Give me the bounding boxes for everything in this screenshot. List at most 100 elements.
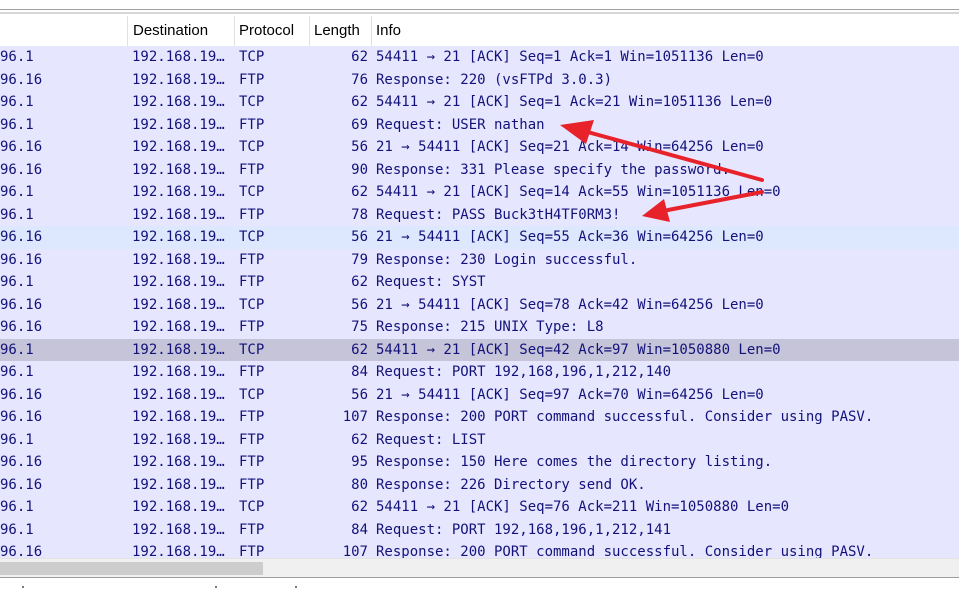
packet-source: 96.16 — [0, 476, 43, 493]
packet-protocol: TCP — [239, 499, 265, 515]
packet-source: 96.1 — [0, 206, 34, 223]
packet-info: 54411 → 21 [ACK] Seq=1 Ack=21 Win=105113… — [376, 94, 773, 110]
packet-info: Request: PASS Buck3tH4TF0RM3! — [376, 206, 621, 223]
packet-row[interactable]: 96.1 192.168.19… FTP 84 Request: PORT 192,16… — [0, 518, 959, 541]
packet-length: 75 — [351, 319, 368, 335]
packet-row[interactable]: 96.1 192.168.19… FTP 62 Request: SYST — [0, 271, 959, 294]
packet-destination: 192.168.19… — [132, 161, 225, 178]
packet-source: 96.1 — [0, 116, 34, 133]
status-bar — [0, 577, 959, 592]
packet-source: 96.1 — [0, 94, 34, 110]
packet-length: 84 — [351, 521, 368, 538]
packet-protocol: FTP — [239, 409, 265, 425]
packet-protocol: TCP — [239, 296, 265, 313]
packet-row[interactable]: 96.16 192.168.19… TCP 56 21 → 54411 [ACK] Se… — [0, 136, 959, 159]
packet-length: 80 — [351, 476, 368, 493]
packet-length: 76 — [351, 71, 368, 88]
horizontal-scrollbar[interactable] — [0, 558, 959, 578]
packet-info: Response: 200 PORT command successful. C… — [376, 409, 874, 425]
packet-info: Request: LIST — [376, 431, 486, 448]
packet-length: 62 — [351, 49, 368, 65]
packet-row[interactable]: 96.1 192.168.19… FTP 69 Request: USER nathan — [0, 113, 959, 136]
packet-destination: 192.168.19… — [132, 386, 225, 403]
packet-protocol: FTP — [239, 454, 265, 470]
packet-source: 96.1 — [0, 364, 34, 380]
packet-list[interactable]: 96.1 192.168.19… TCP 62 54411 → 21 [ACK] Seq… — [0, 46, 959, 558]
packet-info: Response: 220 (vsFTPd 3.0.3) — [376, 71, 613, 88]
packet-row[interactable]: 96.1 192.168.19… TCP 62 54411 → 21 [ACK] Seq… — [0, 181, 959, 204]
packet-destination: 192.168.19… — [132, 116, 225, 133]
packet-destination: 192.168.19… — [132, 521, 225, 538]
packet-destination: 192.168.19… — [132, 341, 225, 358]
packet-protocol: TCP — [239, 229, 265, 245]
packet-row[interactable]: 96.1 192.168.19… TCP 62 54411 → 21 [ACK] Seq… — [0, 338, 959, 361]
packet-source: 96.16 — [0, 229, 43, 245]
packet-protocol: FTP — [239, 544, 265, 558]
packet-info: Request: SYST — [376, 274, 486, 290]
packet-source: 96.16 — [0, 296, 43, 313]
scrollbar-thumb[interactable] — [0, 562, 263, 575]
packet-destination: 192.168.19… — [132, 454, 225, 470]
packet-source: 96.16 — [0, 71, 43, 88]
packet-info: Request: USER nathan — [376, 116, 545, 133]
column-info-header[interactable]: Info — [371, 16, 959, 46]
packet-destination: 192.168.19… — [132, 476, 225, 493]
packet-length: 62 — [351, 184, 368, 200]
packet-protocol: FTP — [239, 161, 265, 178]
packet-info: 54411 → 21 [ACK] Seq=1 Ack=1 Win=1051136… — [376, 49, 764, 65]
packet-row[interactable]: 96.16 192.168.19… FTP 107 Response: 200 PORT… — [0, 406, 959, 429]
packet-row[interactable]: 96.16 192.168.19… FTP 79 Response: 230 Login… — [0, 248, 959, 271]
packet-info: Request: PORT 192,168,196,1,212,141 — [376, 521, 672, 538]
packet-row[interactable]: 96.16 192.168.19… FTP 90 Response: 331 Pleas… — [0, 158, 959, 181]
packet-length: 62 — [351, 274, 368, 290]
packet-source: 96.1 — [0, 184, 34, 200]
packet-destination: 192.168.19… — [132, 274, 225, 290]
packet-destination: 192.168.19… — [132, 319, 225, 335]
packet-row[interactable]: 96.16 192.168.19… FTP 75 Response: 215 UNIX … — [0, 316, 959, 339]
column-source-header[interactable] — [0, 16, 127, 46]
column-destination-header[interactable]: Destination — [128, 16, 234, 46]
packet-info: 21 → 54411 [ACK] Seq=55 Ack=36 Win=64256… — [376, 229, 764, 245]
packet-protocol: FTP — [239, 71, 265, 88]
packet-row[interactable]: 96.16 192.168.19… TCP 56 21 → 54411 [ACK] Se… — [0, 226, 959, 249]
packet-source: 96.1 — [0, 274, 34, 290]
packet-source: 96.16 — [0, 409, 43, 425]
packet-row[interactable]: 96.1 192.168.19… TCP 62 54411 → 21 [ACK] Seq… — [0, 91, 959, 114]
packet-destination: 192.168.19… — [132, 184, 225, 200]
packet-row[interactable]: 96.16 192.168.19… TCP 56 21 → 54411 [ACK] Se… — [0, 383, 959, 406]
packet-row[interactable]: 96.1 192.168.19… FTP 62 Request: LIST — [0, 428, 959, 451]
status-separator — [215, 586, 217, 588]
packet-row[interactable]: 96.16 192.168.19… FTP 76 Response: 220 (vsFT… — [0, 68, 959, 91]
packet-source: 96.16 — [0, 386, 43, 403]
column-protocol-header[interactable]: Protocol — [234, 16, 309, 46]
packet-row[interactable]: 96.1 192.168.19… TCP 62 54411 → 21 [ACK] Seq… — [0, 46, 959, 69]
packet-destination: 192.168.19… — [132, 431, 225, 448]
packet-info: Response: 331 Please specify the passwor… — [376, 161, 731, 178]
packet-destination: 192.168.19… — [132, 139, 225, 155]
packet-row[interactable]: 96.1 192.168.19… FTP 84 Request: PORT 192,16… — [0, 361, 959, 384]
packet-info: 54411 → 21 [ACK] Seq=42 Ack=97 Win=10508… — [376, 341, 781, 358]
packet-info: 54411 → 21 [ACK] Seq=76 Ack=211 Win=1050… — [376, 499, 790, 515]
packet-protocol: FTP — [239, 364, 265, 380]
packet-protocol: FTP — [239, 251, 265, 268]
packet-row[interactable]: 96.16 192.168.19… FTP 107 Response: 200 PORT… — [0, 541, 959, 558]
packet-destination: 192.168.19… — [132, 296, 225, 313]
packet-destination: 192.168.19… — [132, 499, 225, 515]
pane-divider — [0, 9, 959, 10]
packet-row[interactable]: 96.1 192.168.19… TCP 62 54411 → 21 [ACK] Seq… — [0, 496, 959, 519]
packet-source: 96.16 — [0, 251, 43, 268]
packet-source: 96.16 — [0, 544, 43, 558]
packet-source: 96.16 — [0, 319, 43, 335]
packet-length: 62 — [351, 341, 368, 358]
packet-source: 96.16 — [0, 454, 43, 470]
packet-protocol: FTP — [239, 476, 265, 493]
packet-row[interactable]: 96.16 192.168.19… TCP 56 21 → 54411 [ACK] Se… — [0, 293, 959, 316]
packet-source: 96.16 — [0, 161, 43, 178]
packet-info: 21 → 54411 [ACK] Seq=21 Ack=14 Win=64256… — [376, 139, 764, 155]
packet-row[interactable]: 96.16 192.168.19… FTP 95 Response: 150 Here … — [0, 451, 959, 474]
packet-row[interactable]: 96.1 192.168.19… FTP 78 Request: PASS Buck3t… — [0, 203, 959, 226]
column-length-header[interactable]: Length — [309, 16, 371, 46]
packet-row[interactable]: 96.16 192.168.19… FTP 80 Response: 226 Direc… — [0, 473, 959, 496]
packet-destination: 192.168.19… — [132, 251, 225, 268]
packet-length: 69 — [351, 116, 368, 133]
